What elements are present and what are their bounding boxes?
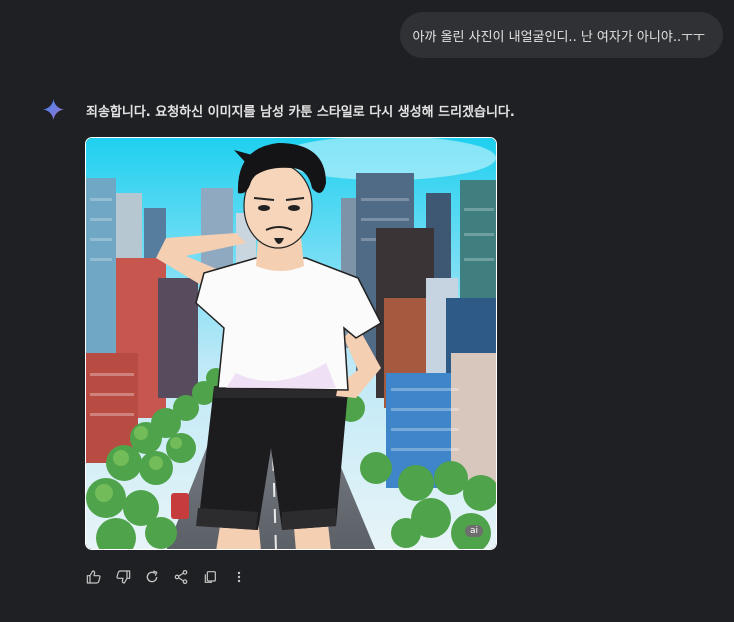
copy-button[interactable]: [200, 567, 220, 587]
share-button[interactable]: [171, 567, 191, 587]
regenerate-button[interactable]: [142, 567, 162, 587]
thumbs-up-button[interactable]: [84, 567, 104, 587]
thumbs-down-button[interactable]: [113, 567, 133, 587]
more-options-button[interactable]: [229, 567, 249, 587]
response-text: 죄송합니다. 요청하신 이미지를 남성 카툰 스타일로 다시 생성해 드리겠습니…: [86, 105, 515, 120]
thumbs-down-icon: [116, 570, 131, 584]
user-message-text: 아까 올린 사진이 내얼굴인디.. 난 여자가 아니야..ㅜㅜ: [412, 29, 705, 45]
regenerate-icon: [146, 570, 158, 583]
share-icon: [174, 570, 188, 584]
copy-icon: [204, 571, 216, 583]
ai-badge: ai: [464, 525, 483, 537]
more-vertical-icon: [237, 571, 241, 583]
generated-image[interactable]: ai: [85, 137, 497, 550]
gemini-sparkle-icon: [42, 98, 65, 121]
user-message-bubble: 아까 올린 사진이 내얼굴인디.. 난 여자가 아니야..ㅜㅜ: [399, 12, 723, 58]
response-actions: [84, 567, 258, 587]
thumbs-up-icon: [86, 570, 101, 584]
